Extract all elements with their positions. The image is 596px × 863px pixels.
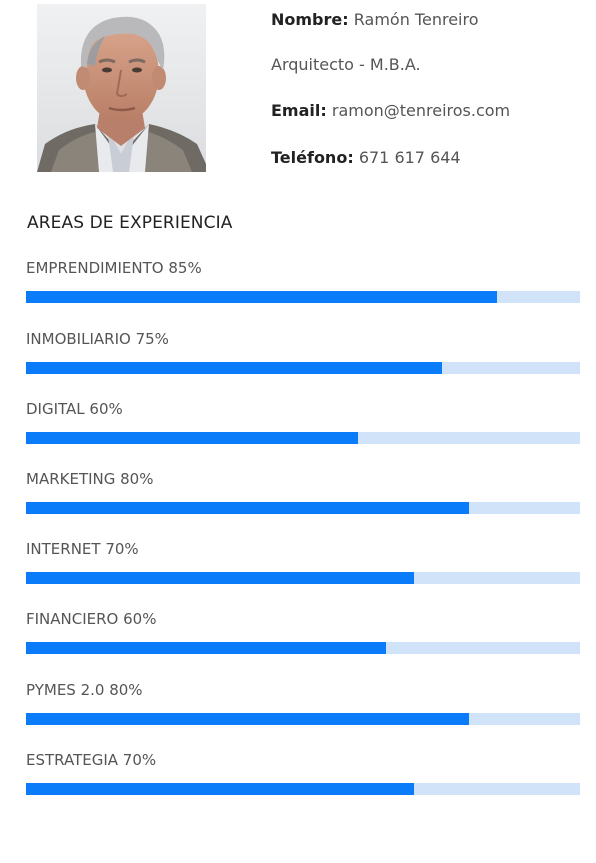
skill-item: FINANCIERO 60%	[26, 610, 580, 656]
phone-line: Teléfono: 671 617 644	[271, 148, 461, 168]
skill-label: FINANCIERO 60%	[26, 610, 157, 628]
skill-progress-track	[26, 713, 580, 725]
skill-label: INTERNET 70%	[26, 540, 139, 558]
skill-progress-fill	[26, 572, 414, 584]
skill-progress-track	[26, 642, 580, 654]
name-value: Ramón Tenreiro	[353, 10, 479, 29]
name-label: Nombre:	[271, 10, 349, 29]
skill-progress-fill	[26, 642, 387, 654]
skill-item: INMOBILIARIO 75%	[26, 330, 580, 376]
skill-label: ESTRATEGIA 70%	[26, 751, 157, 769]
skill-item: MARKETING 80%	[26, 470, 580, 516]
skill-progress-track	[26, 572, 580, 584]
skill-item: PYMES 2.0 80%	[26, 681, 580, 727]
email-value[interactable]: ramon@tenreiros.com	[332, 101, 510, 120]
skill-item: ESTRATEGIA 70%	[26, 751, 580, 797]
email-label: Email:	[271, 101, 327, 120]
skill-label: DIGITAL 60%	[26, 400, 123, 418]
skill-progress-fill	[26, 362, 442, 374]
skill-item: EMPRENDIMIENTO 85%	[26, 259, 580, 305]
skill-progress-track	[26, 783, 580, 795]
portrait-icon	[37, 4, 206, 172]
skill-label: PYMES 2.0 80%	[26, 681, 143, 699]
skill-progress-fill	[26, 783, 414, 795]
profile-photo	[37, 4, 206, 172]
skill-progress-fill	[26, 291, 497, 303]
skill-label: INMOBILIARIO 75%	[26, 330, 169, 348]
phone-label: Teléfono:	[271, 148, 354, 167]
skill-progress-track	[26, 432, 580, 444]
section-title: AREAS DE EXPERIENCIA	[27, 213, 233, 233]
skill-progress-fill	[26, 432, 359, 444]
phone-value[interactable]: 671 617 644	[359, 148, 461, 167]
skill-progress-fill	[26, 502, 470, 514]
job-title: Arquitecto - M.B.A.	[271, 55, 421, 74]
skill-item: DIGITAL 60%	[26, 400, 580, 446]
skill-progress-track	[26, 291, 580, 303]
skill-item: INTERNET 70%	[26, 540, 580, 586]
skill-label: EMPRENDIMIENTO 85%	[26, 259, 202, 277]
email-line: Email: ramon@tenreiros.com	[271, 101, 510, 121]
skill-progress-track	[26, 502, 580, 514]
skill-label: MARKETING 80%	[26, 470, 154, 488]
profile-card: Nombre: Ramón Tenreiro Arquitecto - M.B.…	[0, 0, 596, 190]
name-line: Nombre: Ramón Tenreiro	[271, 10, 479, 30]
skill-progress-track	[26, 362, 580, 374]
skill-progress-fill	[26, 713, 470, 725]
